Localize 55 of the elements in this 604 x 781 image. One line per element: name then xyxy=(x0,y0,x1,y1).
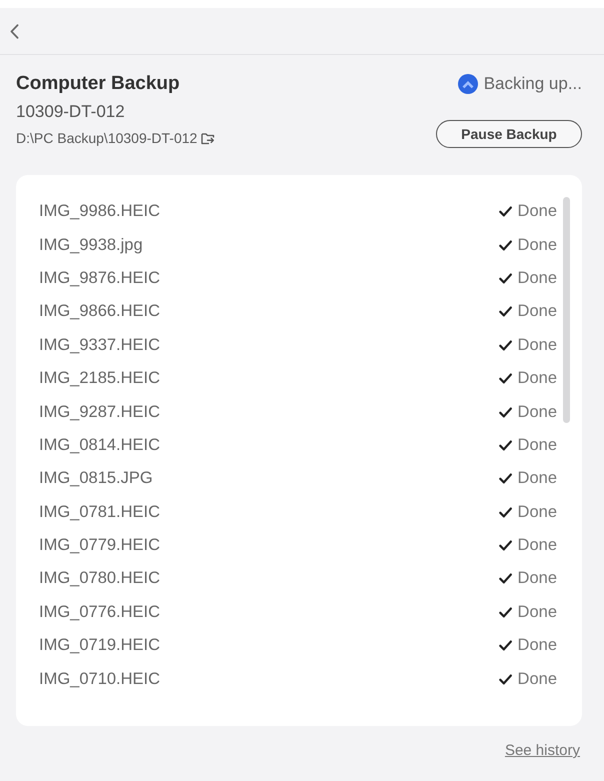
file-name: IMG_0779.HEIC xyxy=(39,536,160,556)
file-status: Done xyxy=(518,436,557,455)
up-chevron-circle-icon xyxy=(458,74,478,94)
file-status: Done xyxy=(518,469,557,488)
file-status: Done xyxy=(518,302,557,322)
file-name: IMG_0814.HEIC xyxy=(39,436,160,455)
check-icon xyxy=(498,506,512,518)
check-icon xyxy=(498,406,512,418)
check-icon xyxy=(498,340,512,351)
see-history-link[interactable]: See history xyxy=(504,741,580,761)
file-name: IMG_0776.HEIC xyxy=(39,602,160,622)
file-status: Done xyxy=(518,636,557,656)
check-icon xyxy=(498,573,512,584)
file-status: Done xyxy=(518,336,557,355)
file-name: IMG_9986.HEIC xyxy=(39,202,160,222)
file-status: Done xyxy=(518,369,557,388)
file-status: Done xyxy=(518,402,557,422)
check-icon xyxy=(498,606,512,618)
file-status: Done xyxy=(518,502,557,522)
check-icon xyxy=(498,640,512,652)
file-status: Done xyxy=(518,202,557,222)
file-name: IMG_0710.HEIC xyxy=(39,670,160,689)
file-status: Done xyxy=(518,236,557,255)
file-status: Done xyxy=(518,602,557,622)
file-status: Done xyxy=(518,670,557,689)
file-status: Done xyxy=(518,536,557,556)
backup-path: D:\PC Backup\10309-DT-012 xyxy=(16,129,198,147)
check-icon xyxy=(498,440,512,451)
file-name: IMG_0781.HEIC xyxy=(39,502,160,522)
check-icon xyxy=(498,206,512,218)
file-status: Done xyxy=(518,268,557,288)
file-status: Done xyxy=(518,569,557,588)
file-name: IMG_9876.HEIC xyxy=(39,268,160,288)
file-name: IMG_0815.JPG xyxy=(39,469,153,488)
file-name: IMG_0719.HEIC xyxy=(39,636,160,656)
backup-status: Backing up... xyxy=(484,73,582,95)
check-icon xyxy=(498,540,512,552)
file-name: IMG_9866.HEIC xyxy=(39,302,160,322)
check-icon xyxy=(498,272,512,284)
file-name: IMG_2185.HEIC xyxy=(39,369,160,388)
folder-arrow-icon[interactable] xyxy=(201,132,216,144)
device-name: 10309-DT-012 xyxy=(16,101,126,123)
check-icon xyxy=(498,240,512,251)
check-icon xyxy=(498,306,512,318)
scrollbar-thumb[interactable] xyxy=(563,197,570,423)
check-icon xyxy=(498,473,512,484)
file-name: IMG_9938.jpg xyxy=(39,236,143,255)
check-icon xyxy=(498,674,512,685)
backup-title: Computer Backup xyxy=(16,72,181,96)
chevron-left-icon xyxy=(10,24,19,38)
file-name: IMG_0780.HEIC xyxy=(39,569,160,588)
pause-backup-button[interactable]: Pause Backup xyxy=(436,120,582,148)
check-icon xyxy=(498,373,512,384)
file-name: IMG_9337.HEIC xyxy=(39,336,160,355)
file-name: IMG_9287.HEIC xyxy=(39,402,160,422)
